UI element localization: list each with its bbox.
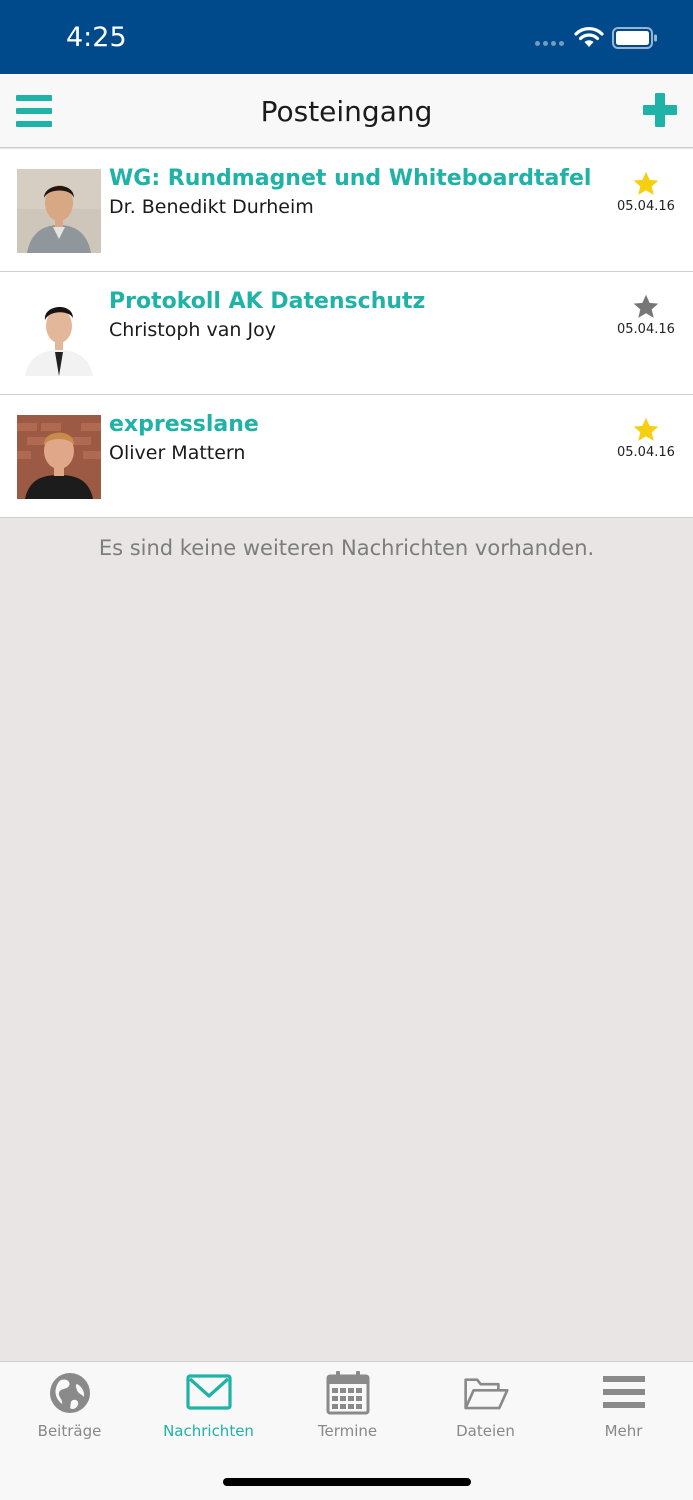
add-message-plus-icon[interactable] [643,93,677,127]
message-row[interactable]: WG: Rundmagnet und Whiteboardtafel Dr. B… [0,149,693,272]
message-list: WG: Rundmagnet und Whiteboardtafel Dr. B… [0,149,693,518]
avatar [17,292,101,376]
star-icon[interactable] [632,293,660,321]
tab-nachrichten[interactable]: Nachrichten [139,1362,278,1452]
tab-label: Termine [317,1422,378,1440]
message-sender: Christoph van Joy [109,319,276,341]
message-subject: Protokoll AK Datenschutz [109,289,426,314]
tab-label: Dateien [456,1422,515,1440]
tab-dateien[interactable]: Dateien [416,1362,555,1452]
status-bar: 4:25 [0,0,693,74]
cellular-signal-icon [535,41,564,46]
calendar-icon [326,1371,369,1415]
empty-list-message: Es sind keine weiteren Nachrichten vorha… [98,536,595,560]
globe-icon [49,1373,90,1413]
home-indicator[interactable] [223,1478,471,1486]
tab-label: Beiträge [37,1422,102,1440]
wifi-icon [574,27,604,47]
status-time: 4:25 [66,22,127,53]
tab-label: Nachrichten [163,1422,254,1440]
avatar [17,169,101,253]
tab-mehr[interactable]: Mehr [554,1362,693,1452]
message-row[interactable]: expresslane Oliver Mattern 05.04.16 [0,395,693,518]
folder-icon [463,1378,509,1410]
tab-termine[interactable]: Termine [278,1362,417,1452]
message-subject: expresslane [109,412,259,437]
star-icon[interactable] [632,170,660,198]
menu-icon [602,1376,645,1408]
star-icon[interactable] [632,416,660,444]
nav-bar: Posteingang [0,74,693,148]
battery-icon [612,27,657,49]
envelope-icon [185,1374,232,1410]
message-date: 05.04.16 [617,199,675,214]
message-row[interactable]: Protokoll AK Datenschutz Christoph van J… [0,272,693,395]
message-sender: Dr. Benedikt Durheim [109,196,314,218]
message-date: 05.04.16 [617,445,675,460]
tab-beitraege[interactable]: Beiträge [0,1362,139,1452]
message-sender: Oliver Mattern [109,442,246,464]
tab-label: Mehr [604,1422,643,1440]
message-subject: WG: Rundmagnet und Whiteboardtafel [109,166,592,191]
message-date: 05.04.16 [617,322,675,337]
avatar [17,415,101,499]
page-title: Posteingang [260,95,433,128]
